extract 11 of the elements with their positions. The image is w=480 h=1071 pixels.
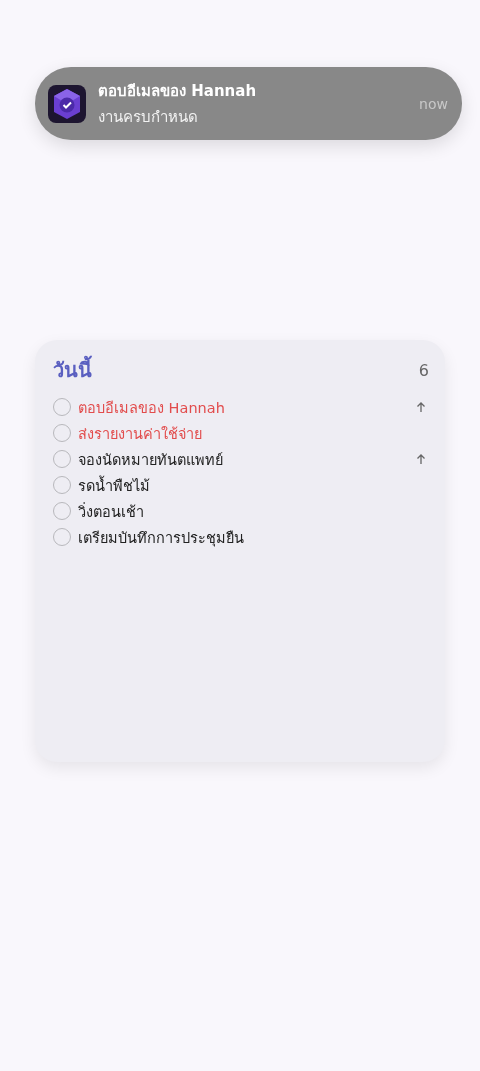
task-count: 6 <box>418 360 429 380</box>
task-label[interactable]: วิ่งตอนเช้า <box>78 499 429 523</box>
notification-banner[interactable]: ตอบอีเมลของ Hannah งานครบกำหนด now <box>35 67 462 140</box>
task-label[interactable]: จองนัดหมายทันตแพทย์ <box>78 447 408 471</box>
widget-title: วันนี้ <box>53 354 92 386</box>
app-icon <box>48 84 86 123</box>
notification-body: งานครบกำหนด <box>98 106 199 128</box>
notification-time: now <box>419 95 448 112</box>
task-label[interactable]: เตรียมบันทึกการประชุมยืน <box>78 525 429 549</box>
notification-title: ตอบอีเมลของ Hannah <box>98 80 258 102</box>
task-label[interactable]: รดน้ำพืชไม้ <box>78 473 429 497</box>
